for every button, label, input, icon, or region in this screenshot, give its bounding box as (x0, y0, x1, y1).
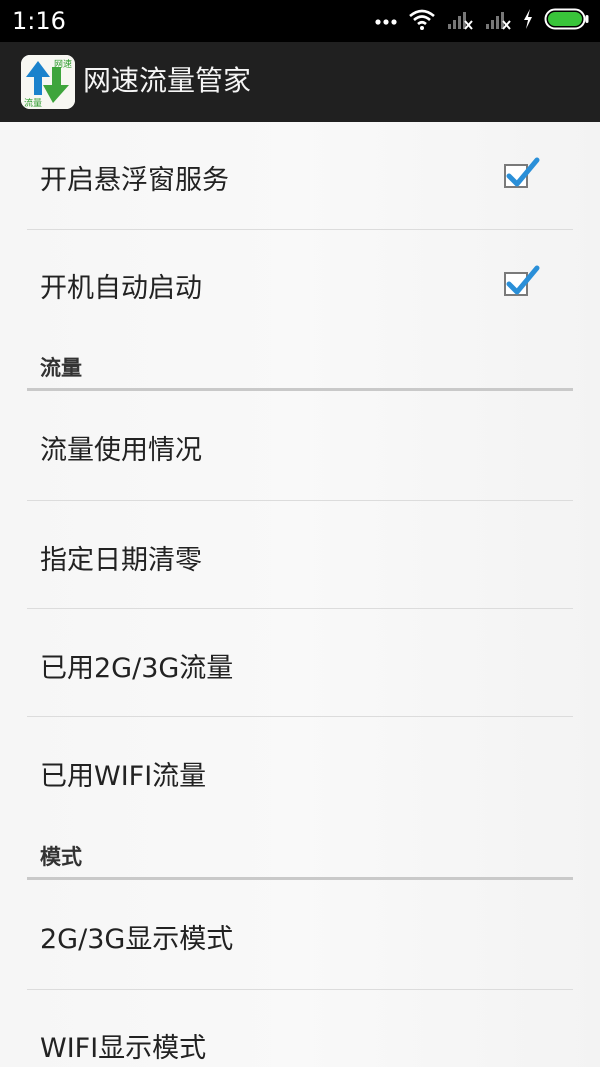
app-bar: 网速 流量 网速流量管家 (0, 42, 600, 122)
section-title-mode: 模式 (40, 845, 82, 869)
app-logo-icon: 网速 流量 (21, 55, 75, 109)
list-item-mobile-traffic[interactable]: 已用2G/3G流量 (0, 609, 600, 716)
list-item-traffic-usage[interactable]: 流量使用情况 (0, 391, 600, 500)
list-item-label: 已用2G/3G流量 (40, 653, 234, 684)
checkmark-icon (506, 157, 540, 187)
list-item-label: 流量使用情况 (40, 435, 202, 466)
svg-text:流量: 流量 (24, 97, 42, 109)
checkmark-icon (506, 265, 540, 295)
signal-2-icon (484, 8, 512, 34)
setting-float-window[interactable]: 开启悬浮窗服务 (0, 122, 600, 229)
signal-1-icon (446, 8, 474, 34)
svg-text:网速: 网速 (54, 59, 72, 70)
float-window-checkbox[interactable] (504, 157, 540, 188)
wifi-icon (408, 8, 436, 34)
setting-float-window-label: 开启悬浮窗服务 (40, 165, 229, 196)
more-dots-icon (374, 12, 398, 31)
setting-auto-start-label: 开机自动启动 (40, 273, 202, 304)
auto-start-checkbox[interactable] (504, 265, 540, 296)
setting-auto-start[interactable]: 开机自动启动 (0, 230, 600, 338)
app-title: 网速流量管家 (83, 64, 252, 97)
list-item-wifi-display-mode[interactable]: WIFI显示模式 (0, 990, 600, 1067)
list-item-label: 指定日期清零 (40, 545, 202, 576)
list-item-reset-date[interactable]: 指定日期清零 (0, 501, 600, 608)
list-item-label: WIFI显示模式 (40, 1033, 207, 1064)
charging-icon (522, 8, 534, 34)
status-time: 1:16 (12, 7, 66, 35)
battery-icon (544, 7, 590, 35)
status-icons (374, 8, 590, 34)
list-item-mobile-display-mode[interactable]: 2G/3G显示模式 (0, 880, 600, 989)
status-bar: 1:16 (0, 0, 600, 42)
section-title-traffic: 流量 (40, 356, 82, 380)
list-item-label: 2G/3G显示模式 (40, 924, 234, 955)
list-item-wifi-traffic[interactable]: 已用WIFI流量 (0, 717, 600, 825)
list-item-label: 已用WIFI流量 (40, 761, 207, 792)
